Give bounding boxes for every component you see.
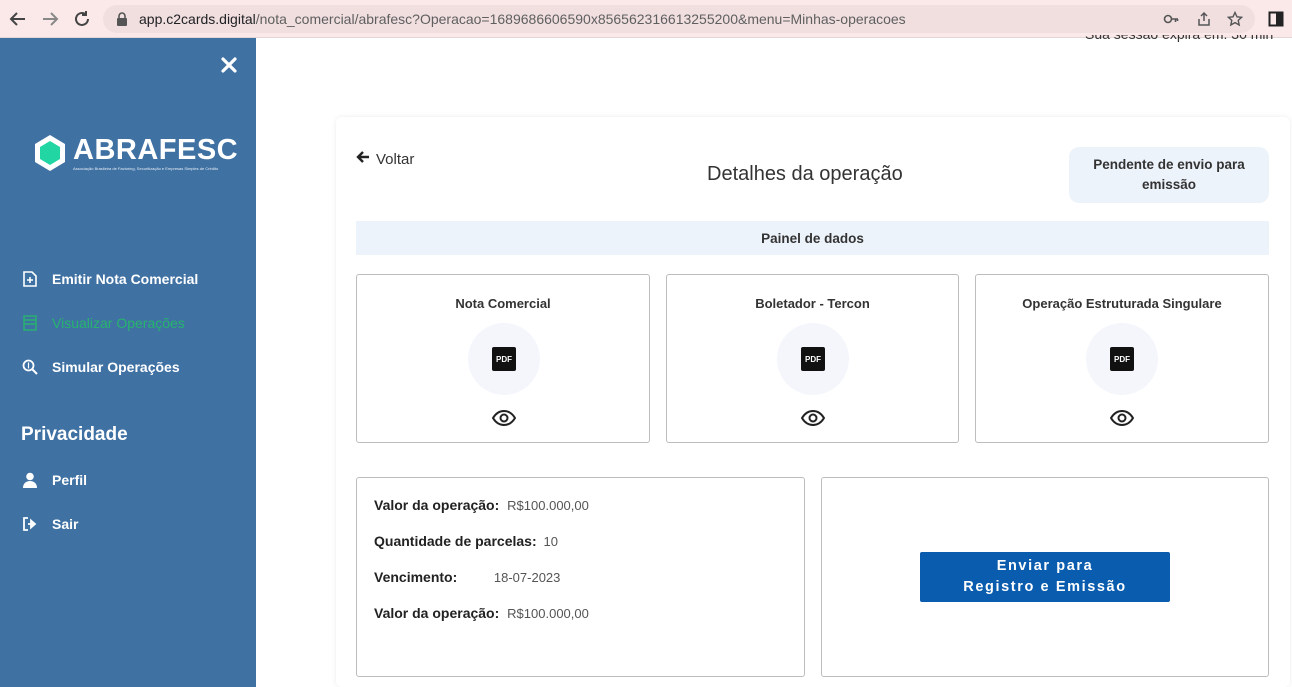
arrow-left-icon [356, 150, 370, 168]
privacy-section-title: Privacidade [21, 424, 128, 445]
sidebar: ABRAFESC Associação Brasileira de Factor… [0, 38, 256, 687]
info-label: Vencimento: [374, 569, 458, 585]
sidebar-item-emitir-nota[interactable]: Emitir Nota Comercial [22, 268, 198, 290]
address-bar[interactable]: app.c2cards.digital/nota_comercial/abraf… [103, 5, 1255, 33]
browser-toolbar: app.c2cards.digital/nota_comercial/abraf… [0, 0, 1292, 38]
info-value: R$100.000,00 [507, 498, 589, 513]
document-card-boletador: Boletador - Tercon PDF [666, 274, 959, 443]
sidebar-item-label: Visualizar Operações [52, 315, 185, 331]
hexagon-logo-icon [35, 135, 65, 171]
list-icon [22, 315, 38, 331]
info-row-vencimento: Vencimento: 18-07-2023 [374, 569, 560, 585]
document-card-nota-comercial: Nota Comercial PDF [356, 274, 650, 443]
send-button-line1: Enviar para [996, 558, 1094, 574]
info-value: R$100.000,00 [507, 606, 589, 621]
send-button-line2: Registro e Emissão [963, 579, 1127, 595]
eye-icon[interactable] [801, 409, 825, 427]
sidebar-item-perfil[interactable]: Perfil [22, 469, 87, 491]
eye-icon[interactable] [492, 409, 516, 427]
sidebar-item-label: Perfil [52, 472, 88, 488]
info-label: Quantidade de parcelas: [374, 533, 537, 549]
star-icon[interactable] [1227, 11, 1243, 27]
share-icon[interactable] [1196, 11, 1212, 27]
operation-info-box: Valor da operação: R$100.000,00 Quantida… [356, 477, 805, 677]
logout-icon [22, 516, 38, 532]
file-plus-icon [22, 271, 38, 287]
user-icon [22, 472, 38, 488]
panel-title: Painel de dados [356, 221, 1269, 255]
abrafesc-logo: ABRAFESC Associação Brasileira de Factor… [33, 134, 238, 176]
pdf-download[interactable]: PDF [468, 323, 540, 395]
reload-icon[interactable] [70, 7, 94, 31]
key-icon[interactable] [1163, 11, 1179, 27]
eye-icon[interactable] [1110, 409, 1134, 427]
info-row-parcelas: Quantidade de parcelas: 10 [374, 533, 558, 549]
pdf-download[interactable]: PDF [1086, 323, 1158, 395]
back-link[interactable]: Voltar [356, 150, 414, 168]
logo-name: ABRAFESC [73, 134, 239, 166]
search-money-icon [22, 359, 38, 375]
sidebar-item-simular-operacoes[interactable]: Simular Operações [22, 356, 180, 378]
forward-arrow-icon[interactable] [38, 7, 62, 31]
info-label: Valor da operação: [374, 605, 500, 621]
info-value: 18-07-2023 [493, 570, 561, 585]
document-title: Boletador - Tercon [755, 296, 870, 311]
logo-subtitle: Associação Brasileira de Factoring, Secu… [73, 166, 219, 171]
sidebar-item-sair[interactable]: Sair [22, 513, 78, 535]
info-label: Valor da operação: [374, 497, 500, 513]
info-row-valor-2: Valor da operação: R$100.000,00 [374, 605, 589, 621]
pdf-download[interactable]: PDF [777, 323, 849, 395]
sidebar-item-label: Sair [52, 516, 79, 532]
url-text[interactable]: app.c2cards.digital/nota_comercial/abraf… [139, 11, 906, 27]
pdf-icon: PDF [1110, 347, 1134, 371]
document-card-operacao-estruturada: Operação Estruturada Singulare PDF [975, 274, 1269, 443]
back-label: Voltar [376, 150, 415, 168]
sidebar-item-label: Simular Operações [52, 359, 180, 375]
document-title: Operação Estruturada Singulare [1022, 296, 1222, 311]
sidebar-item-label: Emitir Nota Comercial [52, 271, 199, 287]
document-title: Nota Comercial [455, 296, 551, 311]
pdf-icon: PDF [801, 347, 825, 371]
back-arrow-icon[interactable] [6, 7, 30, 31]
pdf-icon: PDF [492, 347, 516, 371]
page-title: Detalhes da operação [707, 163, 903, 185]
sidebar-toggle-icon[interactable] [1264, 7, 1288, 31]
info-row-valor: Valor da operação: R$100.000,00 [374, 497, 589, 513]
info-value: 10 [543, 534, 558, 549]
lock-icon[interactable] [114, 11, 130, 27]
status-badge: Pendente de envio para emissão [1069, 147, 1269, 203]
sidebar-item-visualizar-operacoes[interactable]: Visualizar Operações [22, 312, 185, 334]
close-icon[interactable] [220, 56, 238, 74]
send-for-registration-button[interactable]: Enviar para Registro e Emissão [920, 552, 1170, 602]
